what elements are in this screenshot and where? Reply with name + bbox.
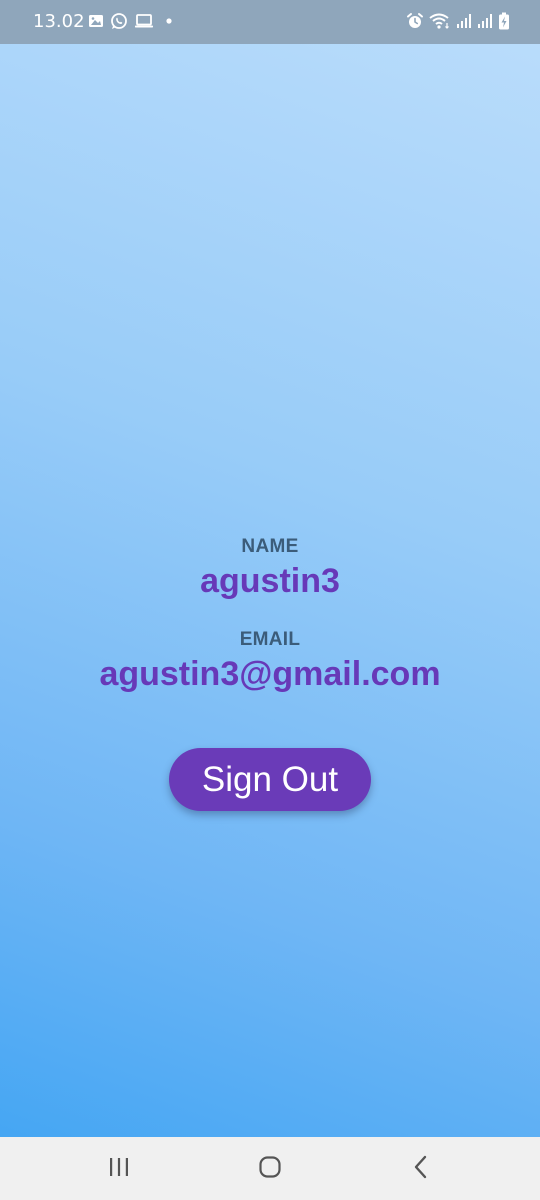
status-time: 13.02 (33, 11, 85, 32)
email-label: EMAIL (239, 629, 301, 650)
whatsapp-icon (110, 12, 128, 30)
status-notification-icons (88, 12, 172, 30)
status-system-icons (406, 12, 510, 30)
recents-button[interactable] (79, 1137, 159, 1200)
image-icon (88, 13, 104, 29)
wifi-icon (429, 12, 451, 30)
back-icon (413, 1155, 429, 1183)
status-bar: 13.02 (0, 0, 540, 44)
navigation-bar (0, 1137, 540, 1200)
home-icon (258, 1155, 282, 1183)
laptop-icon (134, 13, 154, 29)
dot-icon (166, 18, 172, 24)
sign-out-button[interactable]: Sign Out (169, 748, 371, 811)
signal-icon (477, 13, 493, 29)
signal-icon (456, 13, 472, 29)
home-button[interactable] (230, 1137, 310, 1200)
back-button[interactable] (381, 1137, 461, 1200)
profile-screen: NAME agustin3 EMAIL agustin3@gmail.com S… (0, 44, 540, 1137)
name-label: NAME (241, 536, 299, 557)
recents-icon (108, 1157, 130, 1181)
email-value: agustin3@gmail.com (99, 655, 441, 693)
alarm-icon (406, 12, 424, 30)
battery-charging-icon (498, 12, 510, 30)
name-value: agustin3 (200, 562, 340, 600)
